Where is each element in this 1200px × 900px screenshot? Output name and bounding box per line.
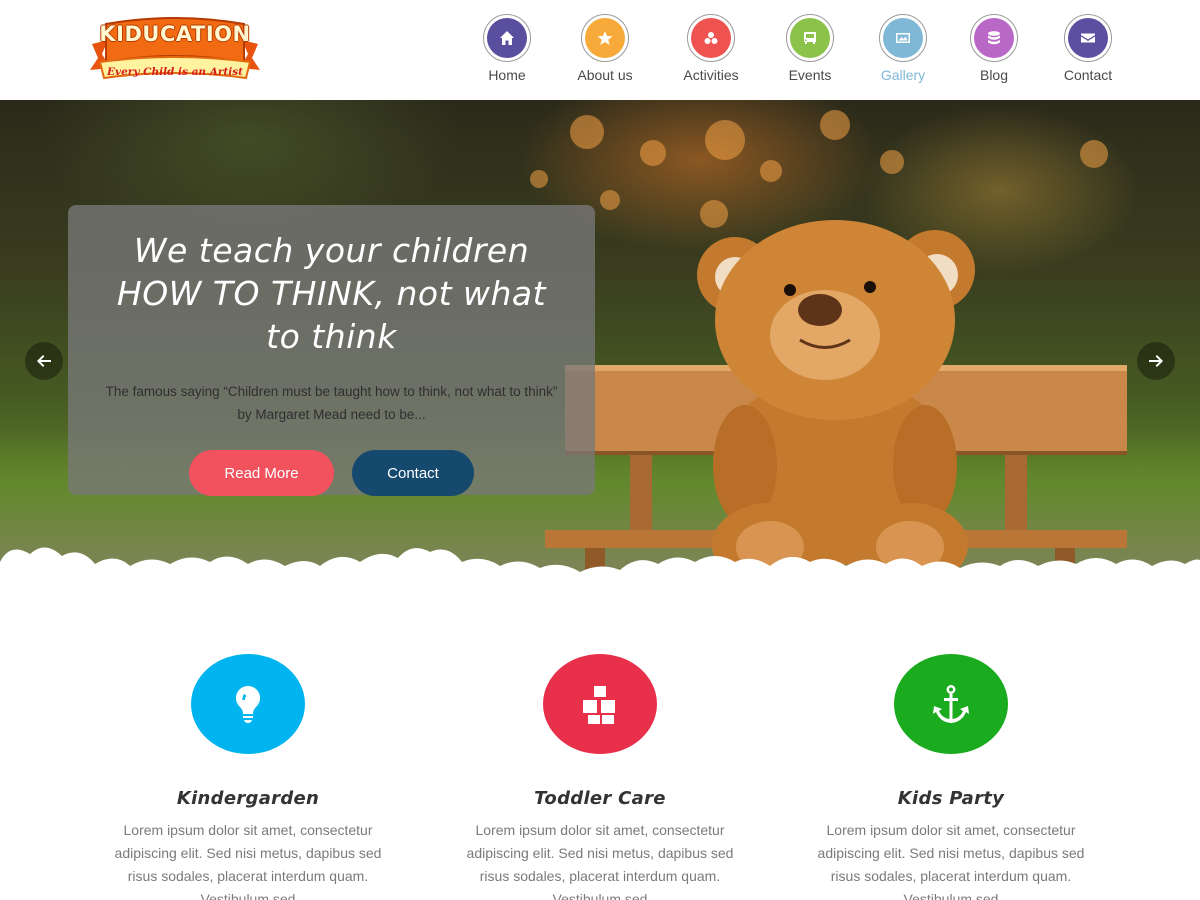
arrow-left-icon (37, 355, 51, 367)
nav-label-activities: Activities (683, 67, 739, 83)
star-icon (585, 18, 625, 58)
feature-card: Kids Party Lorem ipsum dolor sit amet, c… (801, 654, 1101, 900)
slider-next-button[interactable] (1137, 342, 1175, 380)
feature-text: Lorem ipsum dolor sit amet, consectetur … (466, 822, 734, 900)
contact-button[interactable]: Contact (352, 450, 474, 496)
anchor-icon (894, 654, 1008, 754)
nav-ring (687, 14, 735, 62)
features-section: Kindergarden Lorem ipsum dolor sit amet,… (0, 600, 1200, 900)
bokeh-light (880, 150, 904, 174)
nav-item-activities[interactable]: Activities (661, 14, 761, 83)
feature-title: Toddler Care (534, 788, 666, 809)
database-icon (974, 18, 1014, 58)
feature-text: Lorem ipsum dolor sit amet, consectetur … (114, 822, 382, 900)
lightbulb-icon (191, 654, 305, 754)
feature-title: Kids Party (897, 788, 1005, 809)
nav-ring (879, 14, 927, 62)
bokeh-light (640, 140, 666, 166)
envelope-icon (1068, 18, 1108, 58)
nav-ring (483, 14, 531, 62)
read-more-button[interactable]: Read More (189, 450, 334, 496)
hero-buttons: Read More Contact (68, 450, 595, 496)
bokeh-light (600, 190, 620, 210)
home-icon (487, 18, 527, 58)
cubes-icon (691, 18, 731, 58)
arrow-right-icon (1149, 355, 1163, 367)
nav-label-contact: Contact (1063, 67, 1113, 83)
slider-prev-button[interactable] (25, 342, 63, 380)
nav-label-events: Events (788, 67, 832, 83)
nav-item-home[interactable]: Home (457, 14, 557, 83)
bus-icon (790, 18, 830, 58)
nav-item-contact[interactable]: Contact (1038, 14, 1138, 83)
nav-ring (1064, 14, 1112, 62)
nav-item-blog[interactable]: Blog (944, 14, 1044, 83)
nav-ring (970, 14, 1018, 62)
bokeh-light (570, 115, 604, 149)
feature-text: Lorem ipsum dolor sit amet, consectetur … (817, 822, 1085, 900)
nav-item-about[interactable]: About us (555, 14, 655, 83)
nav-item-gallery[interactable]: Gallery (853, 14, 953, 83)
hero-slider: We teach your children HOW TO THINK, not… (0, 100, 1200, 590)
bokeh-light (1080, 140, 1108, 168)
hero-caption: We teach your children HOW TO THINK, not… (68, 205, 595, 496)
nav-label-about: About us (577, 67, 633, 83)
feature-title: Kindergarden (176, 788, 320, 809)
bokeh-light (705, 120, 745, 160)
nav-ring (786, 14, 834, 62)
site-header: KIDUCATION Every Child is an Artist Home… (0, 0, 1200, 100)
feature-card: Kindergarden Lorem ipsum dolor sit amet,… (98, 654, 398, 900)
nav-label-home: Home (488, 67, 526, 83)
nav-label-blog: Blog (979, 67, 1009, 83)
bokeh-light (760, 160, 782, 182)
hero-text: The famous saying “Children must be taug… (105, 384, 558, 422)
nav-label-gallery: Gallery (880, 67, 926, 83)
image-icon (883, 18, 923, 58)
main-nav: Home About us Activities Events Gallery … (0, 14, 1200, 94)
feature-card: Toddler Care Lorem ipsum dolor sit amet,… (450, 654, 750, 900)
bokeh-light (820, 110, 850, 140)
bokeh-light (530, 170, 548, 188)
nav-item-events[interactable]: Events (760, 14, 860, 83)
nav-ring (581, 14, 629, 62)
cubes-icon (543, 654, 657, 754)
cloud-divider (0, 547, 1200, 600)
hero-title: We teach your children HOW TO THINK, not… (116, 231, 547, 356)
teddy-bear-image (545, 220, 1127, 590)
